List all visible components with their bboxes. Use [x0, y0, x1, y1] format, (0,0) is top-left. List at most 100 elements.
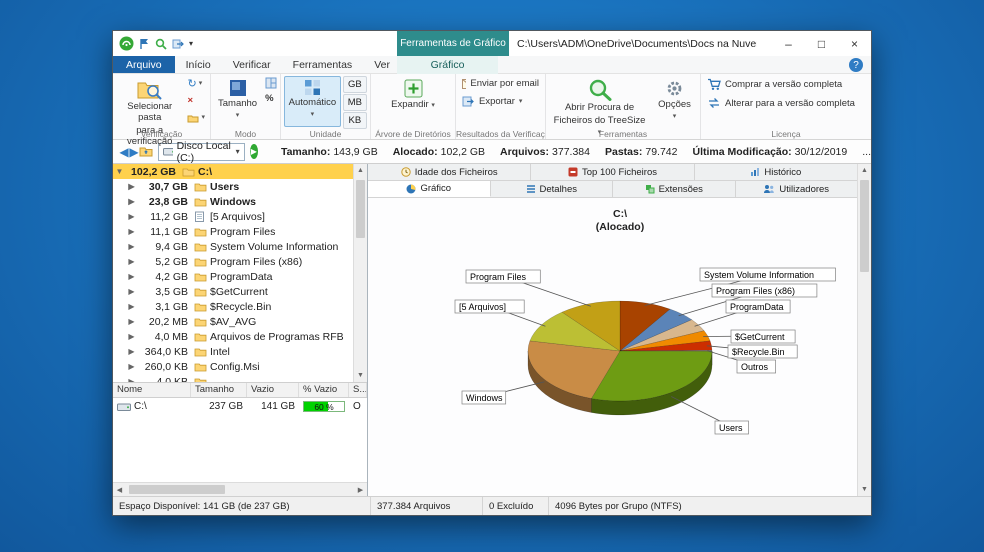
tree-item-name: Arquivos de Programas RFB [210, 331, 344, 343]
scroll-right-icon[interactable]: ▶ [354, 483, 367, 496]
start-scan-button[interactable]: ▶ [250, 144, 258, 159]
tree-item-size: 4,0 KB [138, 376, 194, 383]
chevron-right-icon[interactable]: ▶ [125, 242, 138, 251]
svg-text:Program Files (x86): Program Files (x86) [716, 286, 795, 296]
tree-row[interactable]: ▶260,0 KBConfig.Msi [113, 359, 353, 374]
tab-idade-dos-ficheiros[interactable]: Idade dos Ficheiros [368, 164, 531, 180]
maximize-button[interactable]: □ [805, 31, 838, 56]
tree-row[interactable]: ▶3,5 GB$GetCurrent [113, 284, 353, 299]
scroll-up-icon[interactable]: ▲ [354, 164, 367, 177]
open-folder-button[interactable]: ▾ [185, 110, 207, 126]
chevron-right-icon[interactable]: ▶ [125, 332, 138, 341]
tab-inicio[interactable]: Início [175, 56, 222, 73]
minimize-button[interactable]: – [772, 31, 805, 56]
expand-button[interactable]: Expandir ▾ [387, 76, 439, 127]
scrollbar-thumb[interactable] [129, 485, 225, 494]
tree-row[interactable]: ▶3,1 GB$Recycle.Bin [113, 299, 353, 314]
chevron-right-icon[interactable]: ▶ [125, 377, 138, 382]
col-pct-vazio[interactable]: % Vazio [299, 383, 349, 397]
grid-row[interactable]: C:\ 237 GB 141 GB 60 % O [113, 398, 367, 415]
treemap-button[interactable] [263, 76, 279, 90]
tree-row[interactable]: ▶364,0 KBIntel [113, 344, 353, 359]
close-button[interactable]: × [838, 31, 871, 56]
pie-chart[interactable]: System Volume InformationProgram Files (… [368, 198, 856, 496]
tree-row[interactable]: ▶4,2 GBProgramData [113, 269, 353, 284]
grid-cell-extra: O [349, 401, 367, 412]
tree-row[interactable]: ▶11,1 GBProgram Files [113, 224, 353, 239]
options-button[interactable]: Opções ▾ [652, 76, 697, 127]
tab-ferramentas[interactable]: Ferramentas [282, 56, 364, 73]
unit-auto-button[interactable]: Automático ▾ [284, 76, 341, 127]
tree-row[interactable]: ▶5,2 GBProgram Files (x86) [113, 254, 353, 269]
scrollbar-thumb[interactable] [356, 180, 365, 238]
col-extra[interactable]: S... [349, 383, 367, 397]
tab-detalhes[interactable]: Detalhes [491, 181, 614, 197]
chevron-right-icon[interactable]: ▶ [125, 272, 138, 281]
tab-verificar[interactable]: Verificar [222, 56, 282, 73]
col-tamanho[interactable]: Tamanho [191, 383, 247, 397]
tree-row[interactable]: ▶4,0 MBArquivos de Programas RFB [113, 329, 353, 344]
export-button[interactable]: Exportar ▾ [459, 93, 542, 109]
group-licenca: Comprar a versão completa Alterar para a… [701, 74, 871, 139]
unit-kb-button[interactable]: KB [343, 112, 367, 129]
chevron-right-icon[interactable]: ▶ [125, 212, 138, 221]
percent-mode-button[interactable]: % [263, 91, 279, 107]
chevron-right-icon[interactable]: ▶ [125, 347, 138, 356]
status-free-space: Espaço Disponível: 141 GB (de 237 GB) [113, 497, 371, 515]
tab-arquivo[interactable]: Arquivo [113, 56, 175, 73]
qat-flag-icon[interactable] [139, 38, 150, 50]
tree-row[interactable]: ▶23,8 GBWindows [113, 194, 353, 209]
chevron-right-icon[interactable]: ▶ [125, 362, 138, 371]
select-folder-button[interactable]: Selecionar pasta para a verificação [116, 76, 183, 127]
tree-row[interactable]: ▶4,0 KB [113, 374, 353, 382]
unit-mb-button[interactable]: MB [343, 94, 367, 111]
tree-scrollbar[interactable]: ▲ ▼ [353, 164, 367, 382]
chevron-right-icon[interactable]: ▶ [125, 227, 138, 236]
scroll-down-icon[interactable]: ▼ [858, 483, 871, 496]
chevron-right-icon[interactable]: ▶ [125, 287, 138, 296]
scrollbar-thumb[interactable] [860, 180, 869, 272]
more-stats[interactable]: ... [862, 146, 871, 158]
chevron-right-icon[interactable]: ▶ [125, 182, 138, 191]
tab-ver[interactable]: Ver [363, 56, 401, 73]
qat-customize-dropdown-icon[interactable]: ▾ [189, 39, 193, 48]
col-vazio[interactable]: Vazio [247, 383, 299, 397]
qat-scan-icon[interactable] [155, 38, 167, 50]
unit-gb-button[interactable]: GB [343, 76, 367, 93]
switch-full-version-button[interactable]: Alterar para a versão completa [704, 95, 868, 111]
tab-historico[interactable]: Histórico [695, 164, 857, 180]
buy-full-version-button[interactable]: Comprar a versão completa [704, 76, 868, 93]
file-search-button[interactable]: Abrir Procura de Ficheiros do TreeSize ▾ [549, 76, 650, 127]
scroll-up-icon[interactable]: ▲ [858, 164, 871, 177]
tab-top-100-ficheiros[interactable]: Top 100 Ficheiros [531, 164, 694, 180]
tree-row[interactable]: ▶30,7 GBUsers [113, 179, 353, 194]
chart-scrollbar[interactable]: ▲ ▼ [857, 164, 871, 496]
qat-export-icon[interactable] [172, 38, 184, 50]
cancel-scan-button[interactable]: × [185, 93, 207, 109]
tab-grafico[interactable]: Gráfico [420, 56, 476, 74]
contextual-tab-zone: Gráfico [397, 56, 498, 74]
col-nome[interactable]: Nome [113, 383, 191, 397]
titlebar: ▾ Ferramentas de Gráfico C:\Users\ADM\On… [113, 31, 871, 56]
scroll-left-icon[interactable]: ◀ [113, 483, 126, 496]
tree-row[interactable]: ▶11,2 GB[5 Arquivos] [113, 209, 353, 224]
chevron-down-icon[interactable]: ▼ [113, 167, 126, 176]
chevron-right-icon[interactable]: ▶ [125, 302, 138, 311]
tree-row[interactable]: ▶20,2 MB$AV_AVG [113, 314, 353, 329]
scroll-down-icon[interactable]: ▼ [354, 369, 367, 382]
tree-row[interactable]: ▼102,2 GBC:\ [113, 164, 353, 179]
horizontal-scrollbar[interactable]: ◀ ▶ [113, 482, 367, 496]
chevron-right-icon[interactable]: ▶ [125, 197, 138, 206]
tab-grafico[interactable]: Gráfico [368, 181, 491, 197]
tab-extensoes[interactable]: Extensões [613, 181, 736, 197]
size-mode-button[interactable]: Tamanho ▾ [214, 76, 261, 127]
folder-icon [194, 257, 210, 267]
tab-utilizadores[interactable]: Utilizadores [736, 181, 858, 197]
chevron-right-icon[interactable]: ▶ [125, 317, 138, 326]
help-icon[interactable]: ? [849, 58, 863, 72]
chevron-right-icon[interactable]: ▶ [125, 257, 138, 266]
refresh-button[interactable]: ↻▾ [185, 76, 207, 92]
send-email-button[interactable]: Enviar por email [459, 76, 542, 91]
contextual-tab-header[interactable]: Ferramentas de Gráfico [397, 31, 509, 56]
tree-row[interactable]: ▶9,4 GBSystem Volume Information [113, 239, 353, 254]
